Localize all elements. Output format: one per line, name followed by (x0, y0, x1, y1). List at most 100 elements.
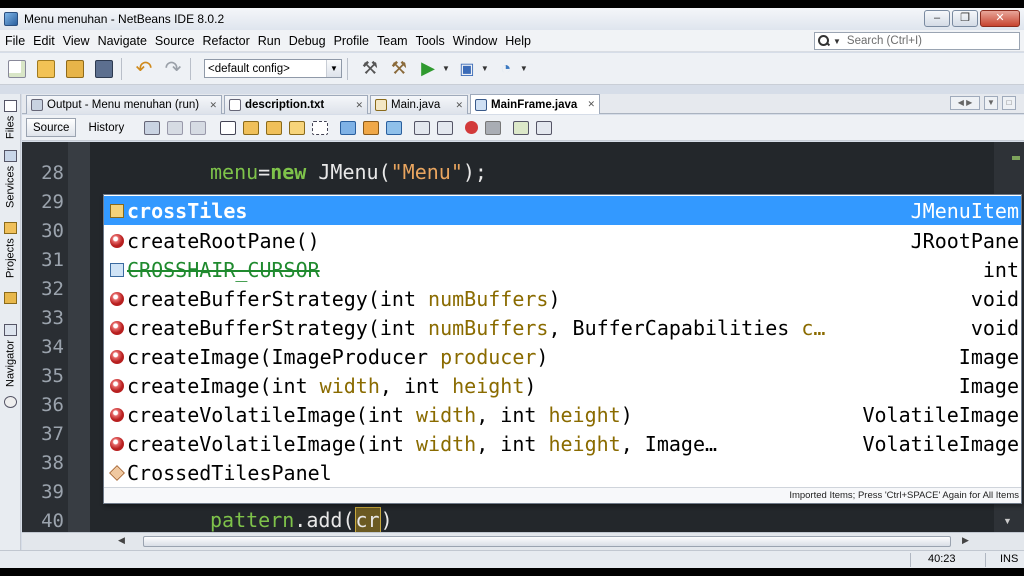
menu-debug[interactable]: Debug (285, 34, 330, 48)
minimize-button[interactable]: – (924, 10, 950, 27)
status-divider (985, 553, 986, 567)
start-macro-icon[interactable] (465, 121, 479, 134)
broom-icon: ⚒ (390, 58, 408, 78)
close-tab-icon[interactable]: ✕ (455, 100, 463, 111)
sidebar-tab-services[interactable]: Services (2, 166, 19, 214)
clean-build-button[interactable]: ⚒ (387, 57, 411, 81)
scroll-down-icon[interactable]: ▼ (1003, 516, 1012, 526)
last-edit-icon[interactable] (144, 120, 161, 135)
sidebar-tab-files[interactable]: Files (2, 116, 19, 146)
new-file-icon (8, 59, 26, 78)
shift-left-icon[interactable] (414, 120, 431, 135)
completion-type: VolatileImage (862, 402, 1019, 427)
debug-button[interactable]: ▣ (455, 57, 479, 81)
run-icon: ▶ (421, 58, 435, 78)
find-next-icon[interactable] (266, 120, 283, 135)
completion-item[interactable]: createVolatileImage(int width, int heigh… (104, 400, 1021, 429)
run-button[interactable]: ▶ (416, 57, 440, 81)
menu-navigate[interactable]: Navigate (94, 34, 151, 48)
class-icon (109, 464, 125, 481)
tab-mainframe-java[interactable]: MainFrame.java ✕ (470, 94, 600, 114)
completion-item[interactable]: createVolatileImage(int width, int heigh… (104, 429, 1021, 458)
history-view-button[interactable]: History (82, 118, 130, 137)
toggle-bookmark-icon[interactable] (386, 120, 403, 135)
profile-button[interactable]: ◔ (494, 57, 518, 81)
next-bookmark-icon[interactable] (363, 120, 380, 135)
maximize-editor-button[interactable]: □ (1002, 96, 1016, 110)
previous-bookmark-icon[interactable] (340, 120, 357, 135)
menu-view[interactable]: View (59, 34, 94, 48)
shift-right-icon[interactable] (437, 120, 454, 135)
close-tab-icon[interactable]: ✕ (209, 100, 217, 111)
sidebar-tab-navigator[interactable]: Navigator (2, 340, 19, 396)
scrollbar-thumb[interactable] (143, 536, 951, 547)
open-project-button[interactable] (63, 57, 87, 81)
output-icon (31, 99, 43, 111)
completion-item[interactable]: createBufferStrategy(int numBuffers) voi… (104, 284, 1021, 313)
menu-tools[interactable]: Tools (412, 34, 449, 48)
run-dropdown-icon[interactable]: ▼ (442, 64, 450, 73)
menu-help[interactable]: Help (501, 34, 535, 48)
tab-list-button[interactable]: ▼ (984, 96, 998, 110)
new-file-button[interactable] (5, 57, 29, 81)
sidebar-tab-projects[interactable]: Projects (2, 238, 19, 288)
tab-description[interactable]: description.txt ✕ (224, 95, 368, 114)
scroll-right-icon[interactable]: ▶ (962, 535, 969, 546)
insert-mode[interactable]: INS (1000, 553, 1018, 565)
build-button[interactable]: ⚒ (358, 57, 382, 81)
debug-icon: ▣ (459, 60, 475, 78)
menu-team[interactable]: Team (373, 34, 412, 48)
stop-macro-icon[interactable] (485, 120, 502, 135)
search-input[interactable]: ▼ Search (Ctrl+I) (814, 32, 1020, 50)
back-icon[interactable] (167, 120, 184, 135)
completion-item[interactable]: CrossedTilesPanel (104, 458, 1021, 487)
config-select[interactable]: <default config> ▼ (204, 59, 342, 78)
menu-profile[interactable]: Profile (330, 34, 373, 48)
line-number: 36 (41, 394, 64, 416)
editor-tab-strip: Output - Menu menuhan (run) ✕ descriptio… (22, 94, 1024, 114)
method-icon (110, 436, 124, 451)
menu-refactor[interactable]: Refactor (199, 34, 254, 48)
completion-hint: Imported Items; Press 'Ctrl+SPACE' Again… (789, 490, 1019, 501)
tab-output[interactable]: Output - Menu menuhan (run) ✕ (26, 95, 222, 114)
undo-button[interactable]: ↶ (132, 57, 156, 81)
comment-icon[interactable] (513, 120, 530, 135)
save-all-button[interactable] (92, 57, 116, 81)
menu-source[interactable]: Source (151, 34, 199, 48)
rectangular-selection-icon[interactable] (312, 120, 329, 135)
scroll-left-icon[interactable]: ◀ (118, 535, 125, 546)
tab-scroll-buttons[interactable]: ◀ ▶ (950, 96, 980, 110)
close-tab-icon[interactable]: ✕ (355, 100, 363, 111)
menu-window[interactable]: Window (449, 34, 501, 48)
completion-item[interactable]: createBufferStrategy(int numBuffers, Buf… (104, 313, 1021, 342)
completion-item[interactable]: crossTiles JMenuItem (104, 196, 1021, 225)
completion-item[interactable]: CROSSHAIR_CURSOR int (104, 255, 1021, 284)
debug-dropdown-icon[interactable]: ▼ (481, 64, 489, 73)
tab-main-java[interactable]: Main.java ✕ (370, 95, 468, 114)
menu-run[interactable]: Run (254, 34, 285, 48)
toolbar-divider (347, 57, 348, 80)
redo-button[interactable]: ↷ (161, 57, 185, 81)
projects-folder-icon (4, 292, 17, 304)
restore-button[interactable]: ❐ (952, 10, 978, 27)
new-project-icon (37, 59, 55, 78)
find-previous-icon[interactable] (243, 120, 260, 135)
completion-item[interactable]: createRootPane() JRootPane (104, 226, 1021, 255)
horizontal-scrollbar[interactable]: ◀ ▶ (22, 532, 1024, 550)
close-tab-icon[interactable]: ✕ (587, 99, 595, 110)
java-form-icon (475, 98, 487, 111)
uncomment-icon[interactable] (536, 120, 553, 135)
completion-footer: Imported Items; Press 'Ctrl+SPACE' Again… (104, 487, 1021, 503)
source-view-button[interactable]: Source (26, 118, 77, 137)
forward-icon[interactable] (190, 120, 207, 135)
close-button[interactable]: ✕ (980, 10, 1020, 27)
find-selection-icon[interactable] (220, 120, 237, 135)
completion-item[interactable]: createImage(int width, int height) Image (104, 371, 1021, 400)
toggle-highlight-icon[interactable] (289, 120, 306, 135)
menu-file[interactable]: File (1, 34, 29, 48)
completion-item[interactable]: createImage(ImageProducer producer) Imag… (104, 342, 1021, 371)
line-number: 32 (41, 278, 64, 300)
new-project-button[interactable] (34, 57, 58, 81)
profile-dropdown-icon[interactable]: ▼ (520, 64, 528, 73)
menu-edit[interactable]: Edit (29, 34, 59, 48)
